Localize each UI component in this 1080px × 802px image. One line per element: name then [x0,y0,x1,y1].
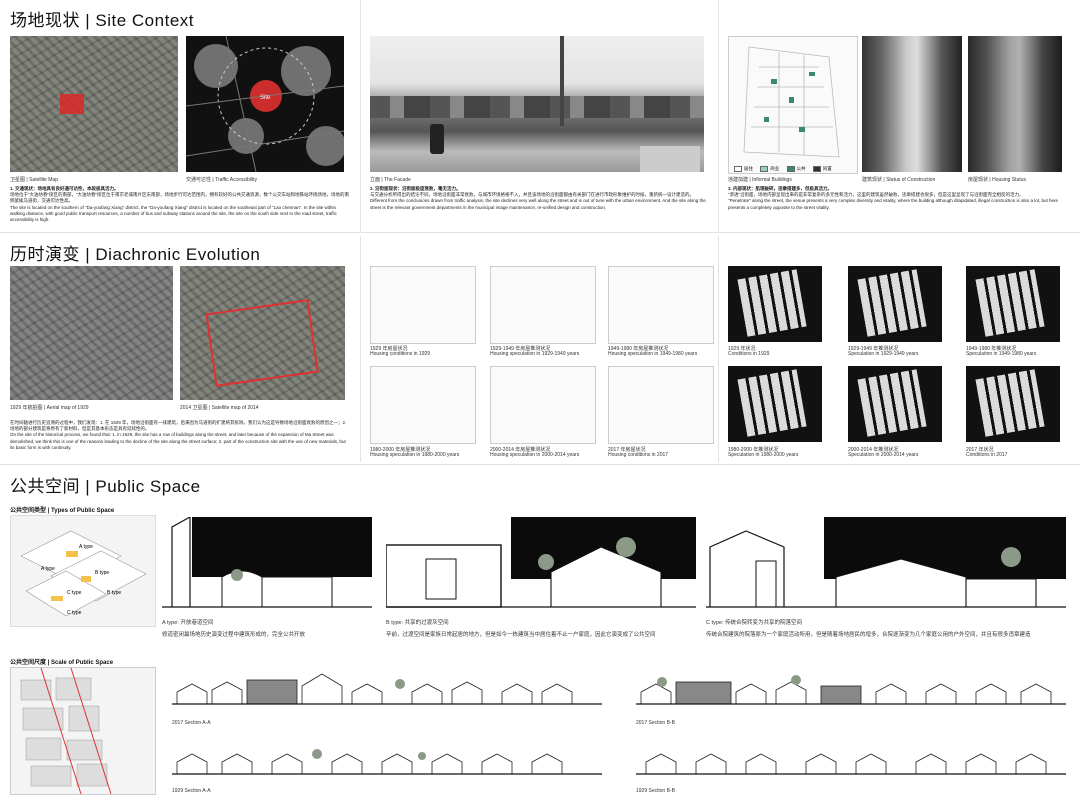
housing-plan-2000-2014 [490,366,596,444]
paragraph-interior: 3. 内部现状：肌理破碎，违章搭建多，但极具活力。 “渗透”沿街面，场地内部呈现… [728,186,1059,210]
informal-buildings-plan [728,36,858,174]
fg-en-1929-1949: Speculation in 1929-1949 years [848,351,919,357]
housing-plan-1949-1980 [608,266,714,344]
housing-status-photo [968,36,1062,172]
section-bb-2017 [636,672,1066,712]
caption-construction-status: 建筑现状 | Status of Construction [862,177,936,183]
section-aa-1929-label: 1929 Section A-A [172,788,211,794]
b-type-caption: B type: 共享的过渡灰空间 [386,620,449,626]
tag-a-type: A type [79,544,93,550]
section-title-public-space: 公共空间 | Public Space [10,477,201,496]
aerial-map-1929 [10,266,173,400]
housing-en-2017: Housing conditions in 2017 [608,452,669,458]
caption-facade: 立面 | The Facade [370,177,411,183]
housing-plan-2017 [608,366,714,444]
divider-1 [0,232,1080,233]
divider-2 [0,464,1080,465]
section-bb-1929-label: 1929 Section B-B [636,788,675,794]
caption-satellite-2014: 2014 卫星图 | Satellite map of 2014 [180,405,259,411]
c-type-caption: C type: 传统合院转变为共享的院落空间 [706,620,802,626]
fg-en-1980-2000: Speculation in 1980-2000 years [728,452,799,458]
housing-plan-1980-2000 [370,366,476,444]
section-aa-2017 [172,672,602,712]
public-space-types-axonometric: A type B type C type A type B type C typ… [10,515,156,627]
tag-a-type-2: A type [41,566,55,572]
paragraph-traffic: 1. 交通现状：场地具有良好通可达性，本段极具活力。 场地位于“大油坊巷”街区的… [10,186,349,223]
fg-en-1949-1980: Speculation in 1949-1980 years [966,351,1037,357]
site-label: Site [260,95,271,101]
a-type-caption: A type: 开放巷道空间 [162,620,214,626]
c-type-description: 传统合院建筑的院落原为一个家庭活动所用，但是随着场地居民的增多，合院逐渐变为几个… [706,632,1031,638]
traffic-accessibility-map: Site [186,36,344,172]
caption-traffic-accessibility: 交通可达性 | Traffic Accessibility [186,177,258,183]
section-aa-2017-label: 2017 Section A-A [172,720,211,726]
vdivider-2 [718,0,719,232]
satellite-map-2014 [180,266,345,400]
b-type-section [386,517,696,613]
tag-c-type: C type [67,590,82,596]
satellite-map-image [10,36,178,172]
section-title-diachronic: 历时演变 | Diachronic Evolution [10,245,261,264]
section-bb-2017-label: 2017 Section B-B [636,720,675,726]
paragraph-facade: 2. 沿街面现状：沿街面极度衰败，毫无活力。 与交通分析所得出的结论不同，场地沿… [370,186,706,210]
plan-legend: 居住 商业 公共 闲置 [728,166,832,172]
figure-ground-1949-1980 [966,266,1060,342]
c-type-section [706,517,1066,613]
figure-ground-1929 [728,266,822,342]
facade-photo [370,36,704,172]
construction-status-photo [862,36,962,172]
tag-b-type: B type [95,570,109,576]
figure-ground-1929-1949 [848,266,942,342]
fg-en-1929: Conditions in 1929 [728,351,770,357]
tag-b-type-2: B type [107,590,121,596]
section-bb-1929 [636,744,1066,784]
housing-en-2000-2014: Housing speculation in 2000-2014 years [490,452,580,458]
vdivider-3 [360,236,361,462]
housing-plan-1929-1949 [490,266,596,344]
fg-en-2017: Conditions in 2017 [966,452,1008,458]
section-aa-1929 [172,744,602,784]
fg-en-2000-2014: Speculation in 2000-2014 years [848,452,919,458]
scale-plan [10,667,156,795]
vdivider-1 [360,0,361,232]
figure-ground-2017 [966,366,1060,442]
caption-informal-buildings: 违建加建 | Informal Buildings [728,177,792,183]
scale-title: 公共空间尺度 | Scale of Public Space [10,660,114,666]
housing-en-1980-2000: Housing speculation in 1980-2000 years [370,452,460,458]
a-type-description: 修道密闭最场地历史演变过程中建筑形成的，完全公共开放 [162,632,306,638]
tag-c-type-2: C type [67,610,82,616]
figure-ground-1980-2000 [728,366,822,442]
figure-ground-2000-2014 [848,366,942,442]
housing-en-1929-1949: Housing speculation in 1929-1949 years [490,351,580,357]
housing-en-1949-1980: Housing speculation in 1949-1980 years [608,351,698,357]
section-title-site-context: 场地现状 | Site Context [10,11,194,30]
a-type-section [162,517,372,613]
caption-satellite-map: 卫星图 | Satellite Map [10,177,58,183]
caption-aerial-1929: 1929 年航拍图 | Aerial map of 1929 [10,405,89,411]
caption-housing-status: 房屋现状 | Housing Status [968,177,1026,183]
housing-en-1929: Housing conditions in 1929 [370,351,431,357]
types-title: 公共空间类型 | Types of Public Space [10,508,115,514]
paragraph-diachronic: 在时间轴进行历史追溯的过程中，我们发现：1. 在 1929 年，场地沿街面有一排… [10,420,347,450]
housing-plan-1929 [370,266,476,344]
b-type-description: 辛前，过渡空间是家族日常起居的地方，但是如今一栋建筑当中居住着不止一户家庭，因此… [386,632,656,638]
vdivider-4 [718,236,719,462]
